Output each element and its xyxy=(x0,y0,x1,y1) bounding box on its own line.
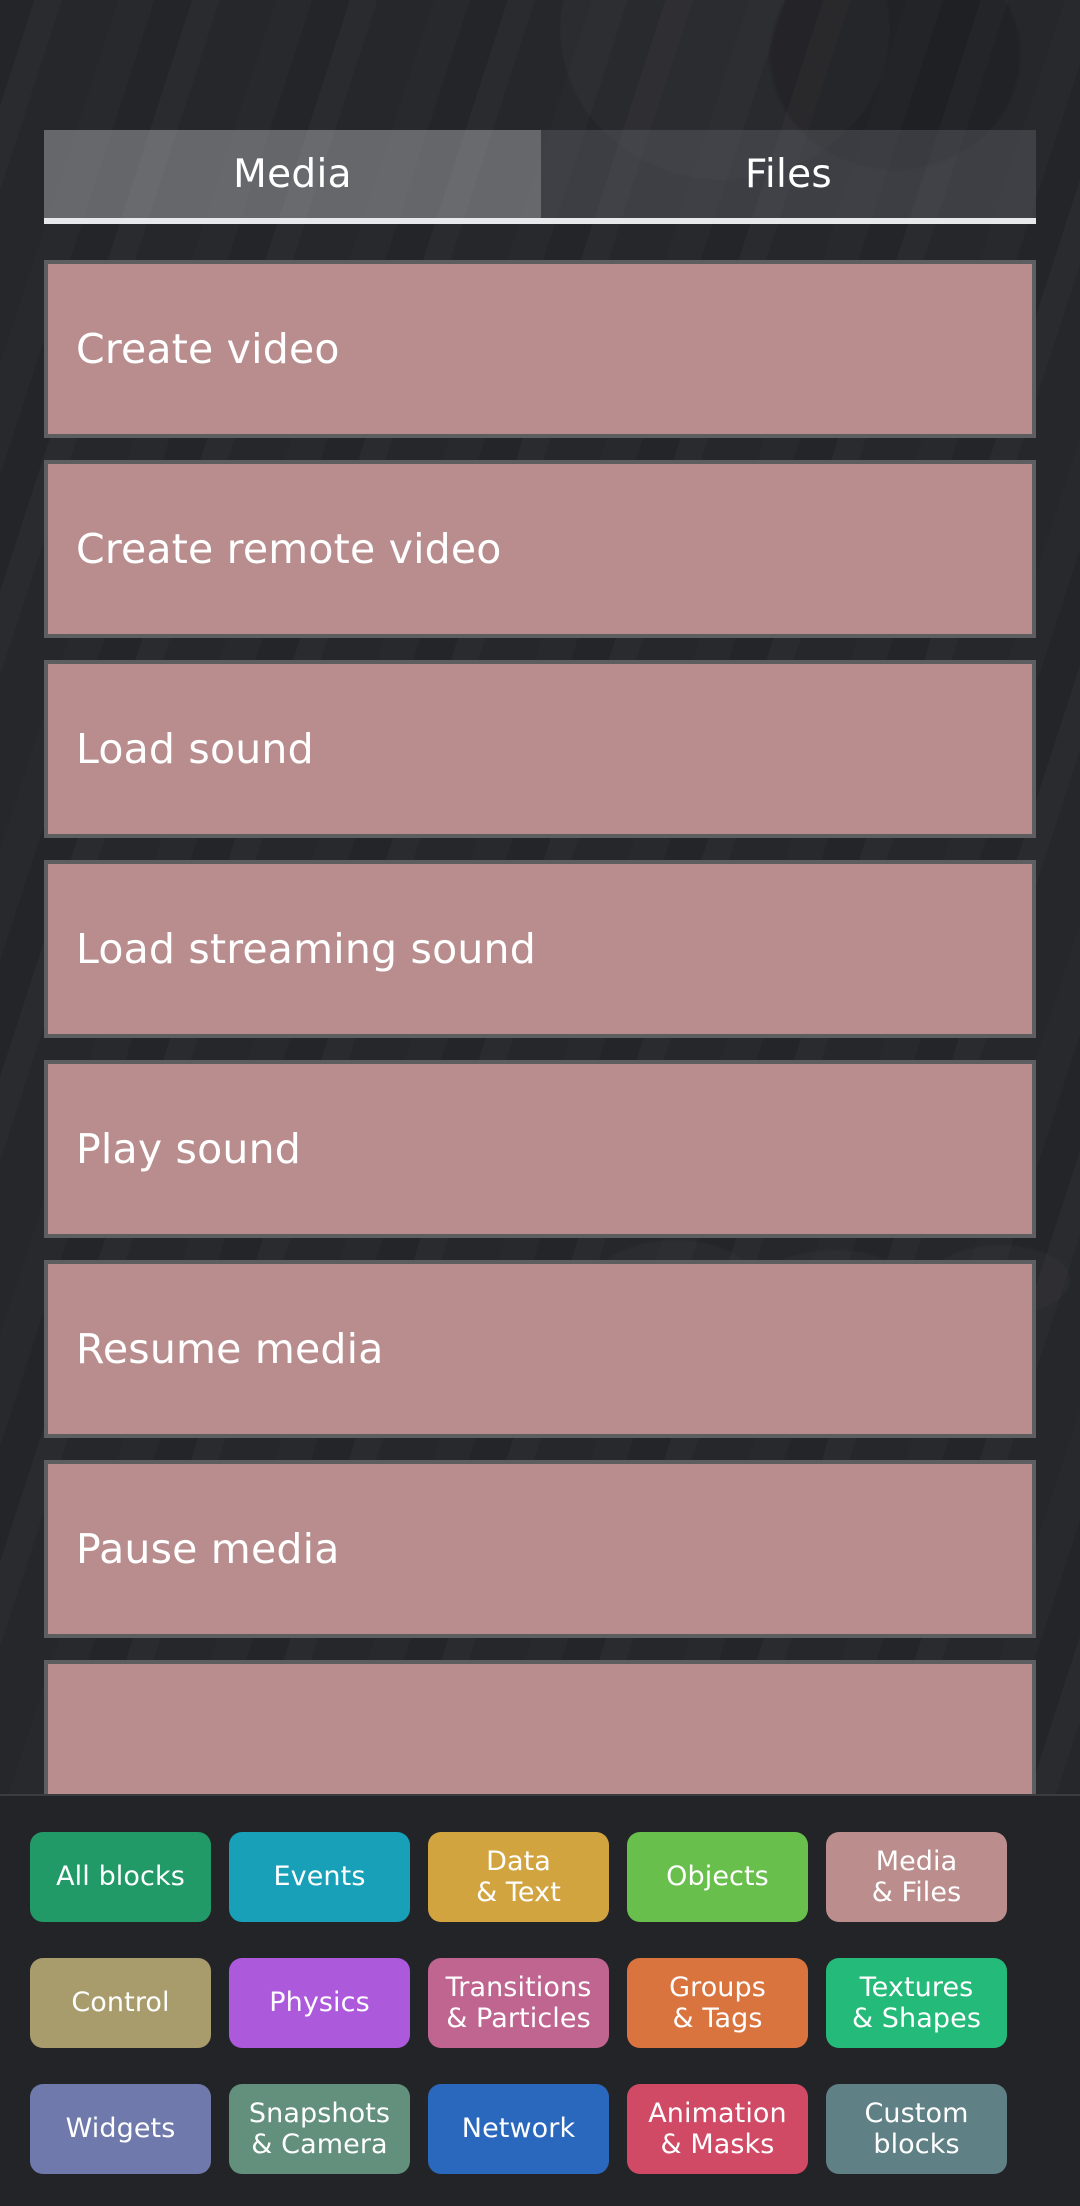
category-row-3: Widgets Snapshots & Camera Network Animatio… xyxy=(30,2084,1050,2174)
tab-media[interactable]: Media xyxy=(44,130,541,218)
category-button-transitions-particles[interactable]: Transitions & Particles xyxy=(428,1958,609,2048)
block-list-item-label: Play sound xyxy=(76,1125,301,1173)
block-list-item-label: Create remote video xyxy=(76,525,502,573)
category-button-custom-blocks[interactable]: Custom blocks xyxy=(826,2084,1007,2174)
block-list-item[interactable]: Pause media xyxy=(44,1460,1036,1638)
tab-files[interactable]: Files xyxy=(541,130,1036,218)
block-list-item[interactable]: Create remote video xyxy=(44,460,1036,638)
category-button-animation-masks[interactable]: Animation & Masks xyxy=(627,2084,808,2174)
category-button-events[interactable]: Events xyxy=(229,1832,410,1922)
tab-bar: Media Files xyxy=(44,130,1036,218)
category-button-control[interactable]: Control xyxy=(30,1958,211,2048)
block-list-item[interactable]: Resume media xyxy=(44,1260,1036,1438)
block-list-item[interactable] xyxy=(44,1660,1036,1794)
category-button-widgets[interactable]: Widgets xyxy=(30,2084,211,2174)
block-list-item-label: Resume media xyxy=(76,1325,384,1373)
block-list-item-label: Load sound xyxy=(76,725,314,773)
block-list-item[interactable]: Load sound xyxy=(44,660,1036,838)
category-button-textures-shapes[interactable]: Textures & Shapes xyxy=(826,1958,1007,2048)
category-button-data-text[interactable]: Data & Text xyxy=(428,1832,609,1922)
category-button-objects[interactable]: Objects xyxy=(627,1832,808,1922)
category-row-1: All blocks Events Data & Text Objects Media … xyxy=(30,1832,1050,1922)
block-list-item[interactable]: Load streaming sound xyxy=(44,860,1036,1038)
block-list-item-label: Pause media xyxy=(76,1525,340,1573)
block-list-item[interactable]: Create video xyxy=(44,260,1036,438)
category-button-snapshots-camera[interactable]: Snapshots & Camera xyxy=(229,2084,410,2174)
block-list-item[interactable]: Play sound xyxy=(44,1060,1036,1238)
category-button-groups-tags[interactable]: Groups & Tags xyxy=(627,1958,808,2048)
category-button-network[interactable]: Network xyxy=(428,2084,609,2174)
block-list-item-label: Create video xyxy=(76,325,340,373)
app-root: Media Files Create video Create remote vid… xyxy=(0,0,1080,2206)
tab-underline xyxy=(44,218,1036,224)
category-button-media-files[interactable]: Media & Files xyxy=(826,1832,1007,1922)
block-list-item-label: Load streaming sound xyxy=(76,925,536,973)
category-button-all-blocks[interactable]: All blocks xyxy=(30,1832,211,1922)
category-button-physics[interactable]: Physics xyxy=(229,1958,410,2048)
category-row-2: Control Physics Transitions & Particles Gro… xyxy=(30,1958,1050,2048)
category-panel: All blocks Events Data & Text Objects Media … xyxy=(0,1794,1080,2206)
block-list[interactable]: Create video Create remote video Load soun… xyxy=(44,260,1036,1794)
